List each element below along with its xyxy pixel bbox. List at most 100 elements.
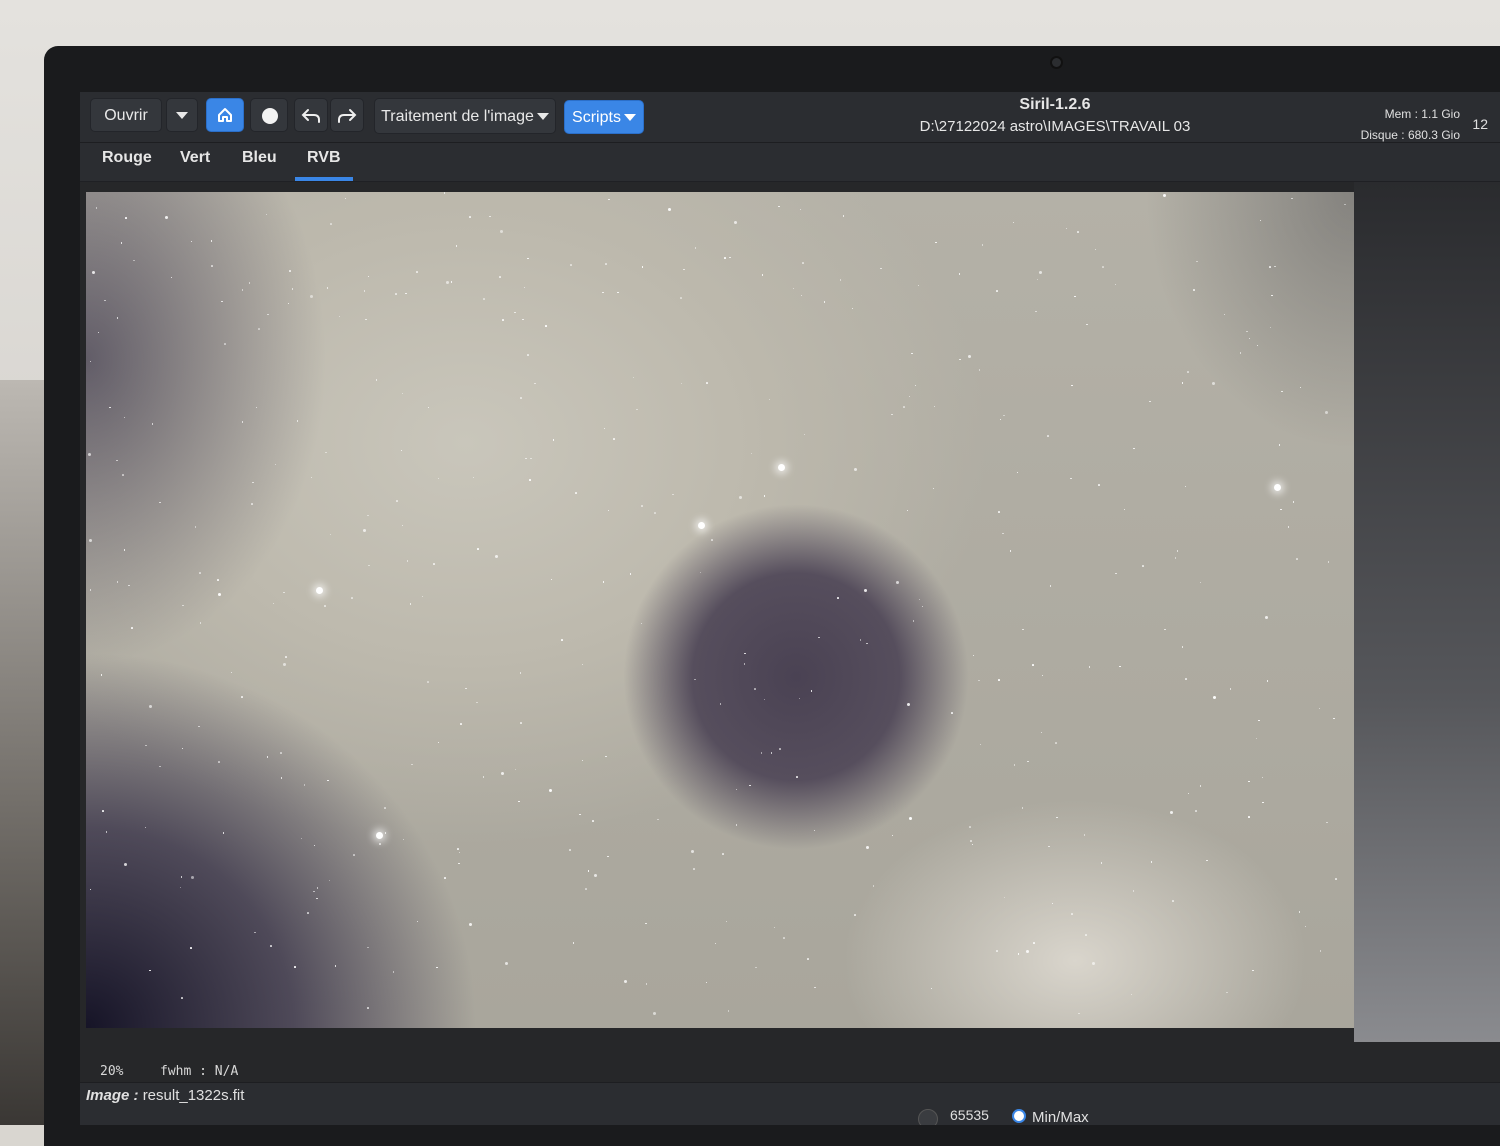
star bbox=[998, 679, 1000, 681]
bottom-bar: Image : result_1322s.fit 65535 Min/Max bbox=[80, 1082, 1500, 1125]
star bbox=[570, 264, 572, 266]
chevron-down-icon bbox=[623, 114, 636, 122]
star bbox=[133, 259, 135, 262]
bright-star bbox=[316, 587, 323, 594]
star bbox=[469, 216, 471, 218]
star bbox=[735, 824, 737, 826]
star bbox=[1009, 550, 1012, 552]
star bbox=[334, 965, 337, 967]
star bbox=[309, 294, 313, 298]
star bbox=[224, 343, 226, 345]
star bbox=[502, 319, 504, 321]
star bbox=[436, 966, 438, 969]
star bbox=[190, 875, 194, 879]
star bbox=[561, 639, 563, 641]
star bbox=[569, 849, 571, 851]
channel-tabs: Rouge Vert Bleu RVB bbox=[80, 143, 1500, 182]
star bbox=[802, 262, 804, 264]
star bbox=[527, 354, 529, 356]
image-processing-menu[interactable]: Traitement de l'image bbox=[374, 98, 556, 134]
open-button[interactable]: Ouvrir bbox=[90, 98, 162, 132]
star bbox=[1252, 969, 1254, 972]
star bbox=[1085, 934, 1087, 936]
star bbox=[652, 1011, 656, 1015]
open-dropdown-button[interactable] bbox=[166, 98, 198, 132]
star bbox=[1142, 565, 1144, 567]
star bbox=[149, 969, 151, 972]
tab-rouge[interactable]: Rouge bbox=[102, 149, 152, 177]
star bbox=[307, 912, 309, 914]
star bbox=[1071, 913, 1073, 915]
star bbox=[779, 748, 781, 750]
display-slider-handle[interactable] bbox=[918, 1109, 938, 1125]
astro-image[interactable] bbox=[86, 192, 1354, 1028]
chevron-down-icon bbox=[536, 113, 549, 121]
star bbox=[384, 832, 387, 834]
star bbox=[180, 876, 182, 878]
star bbox=[384, 807, 386, 809]
star bbox=[294, 966, 296, 968]
star bbox=[1195, 810, 1197, 812]
tab-vert[interactable]: Vert bbox=[180, 149, 210, 177]
star bbox=[1223, 313, 1226, 316]
star bbox=[1162, 193, 1166, 197]
star bbox=[607, 855, 609, 858]
minmax-radio[interactable] bbox=[1012, 1109, 1026, 1123]
star bbox=[499, 276, 501, 278]
tab-rvb[interactable]: RVB bbox=[295, 149, 353, 181]
star bbox=[465, 687, 467, 690]
star bbox=[1132, 890, 1135, 892]
star bbox=[1181, 382, 1184, 384]
star bbox=[1070, 477, 1072, 480]
star bbox=[520, 397, 522, 399]
star bbox=[151, 423, 154, 425]
star bbox=[416, 271, 418, 273]
star bbox=[529, 479, 531, 481]
star bbox=[131, 627, 133, 629]
star bbox=[998, 511, 1000, 513]
star bbox=[1174, 557, 1177, 559]
image-prefix: Image : bbox=[86, 1087, 139, 1104]
star bbox=[458, 862, 460, 865]
star bbox=[522, 318, 524, 321]
star bbox=[392, 971, 395, 973]
star bbox=[351, 597, 353, 599]
star bbox=[324, 605, 326, 607]
star bbox=[999, 418, 1002, 421]
fwhm-readout: fwhm : N/A bbox=[160, 1064, 239, 1079]
star bbox=[504, 961, 508, 965]
star bbox=[109, 406, 111, 409]
tab-bleu[interactable]: Bleu bbox=[242, 149, 277, 177]
star bbox=[363, 290, 366, 292]
star bbox=[1033, 942, 1035, 944]
livestack-button[interactable] bbox=[250, 98, 288, 132]
image-viewport[interactable] bbox=[80, 182, 1500, 1042]
star bbox=[814, 986, 816, 989]
star bbox=[518, 800, 520, 803]
star bbox=[755, 966, 757, 969]
memory-usage: Mem : 1.1 Gio bbox=[1384, 107, 1460, 121]
image-name-label: Image : result_1322s.fit bbox=[86, 1087, 244, 1104]
star bbox=[1226, 991, 1228, 994]
star bbox=[1193, 289, 1195, 291]
star bbox=[754, 688, 756, 690]
star bbox=[534, 382, 536, 385]
home-button[interactable] bbox=[206, 98, 244, 132]
star bbox=[680, 297, 682, 299]
star bbox=[266, 756, 269, 758]
star bbox=[477, 548, 479, 550]
star bbox=[641, 505, 643, 507]
star bbox=[1002, 532, 1004, 535]
star bbox=[190, 947, 192, 949]
undo-button[interactable] bbox=[294, 98, 328, 132]
star bbox=[1049, 585, 1052, 587]
star bbox=[749, 784, 751, 787]
redo-button[interactable] bbox=[330, 98, 364, 132]
scripts-menu[interactable]: Scripts bbox=[564, 100, 644, 134]
star bbox=[1176, 550, 1179, 552]
star bbox=[1280, 508, 1282, 511]
star bbox=[969, 826, 971, 828]
bright-star bbox=[698, 522, 705, 529]
star bbox=[738, 495, 742, 499]
webcam bbox=[1052, 58, 1061, 67]
